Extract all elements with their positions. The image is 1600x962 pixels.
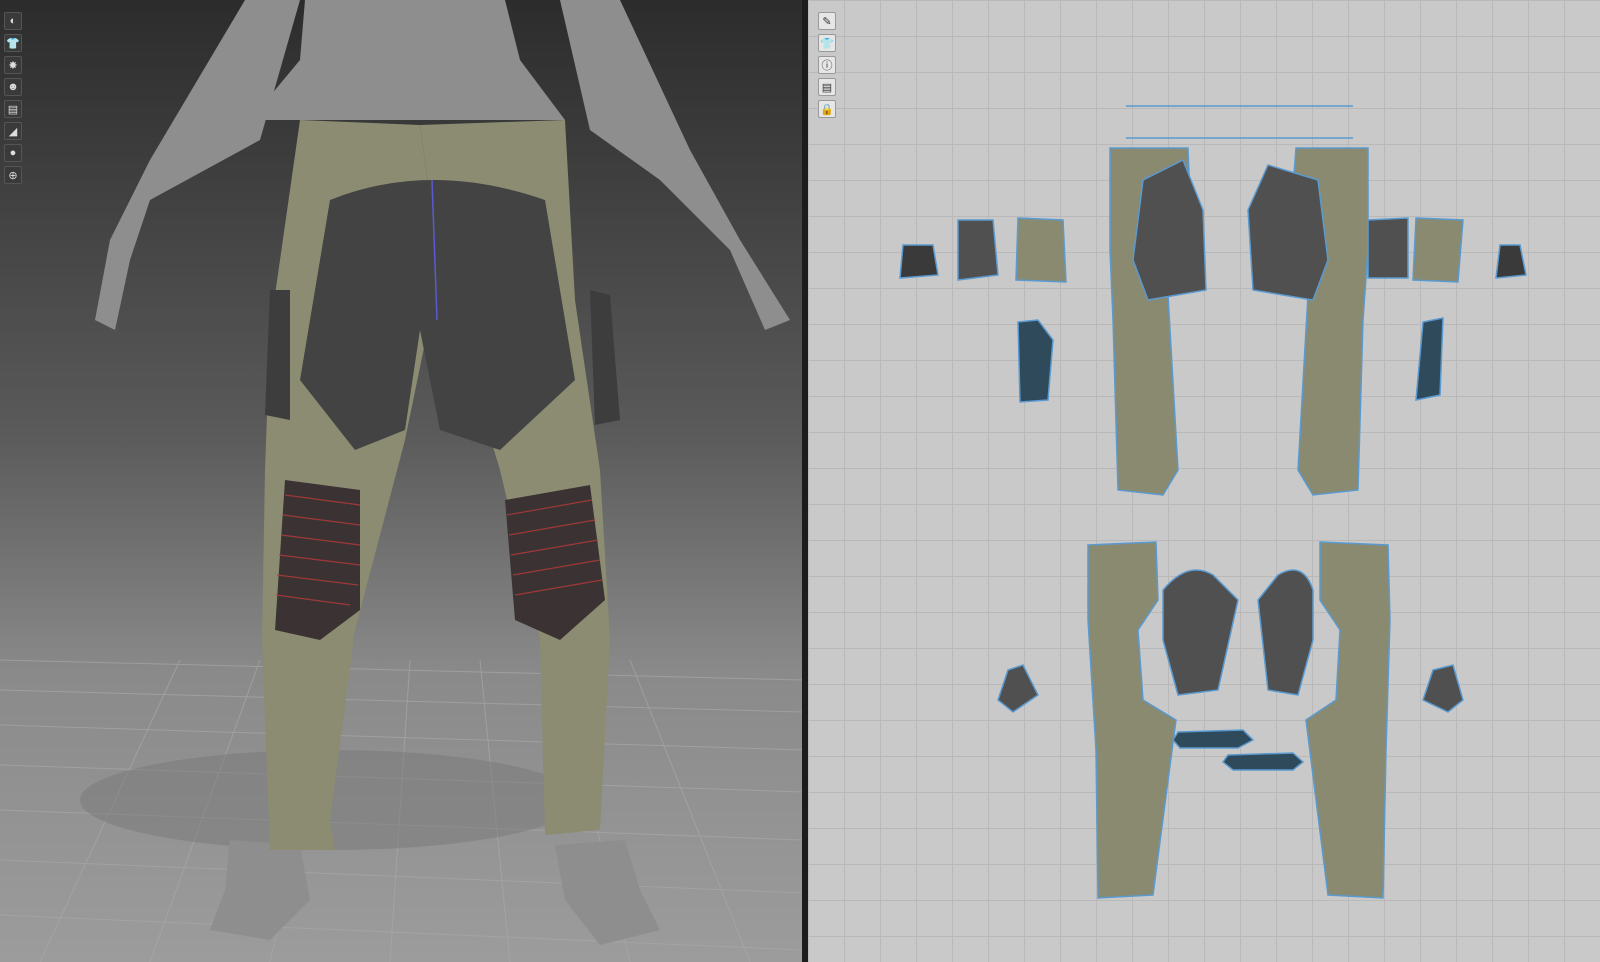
pattern-piece-strip-2[interactable] [1221, 752, 1305, 771]
pen-icon[interactable]: ✎ [818, 12, 836, 30]
pattern-piece-waist-right[interactable] [1422, 664, 1464, 713]
pattern-piece-small-3[interactable] [1017, 319, 1054, 403]
pattern-piece-crotch-left[interactable] [1132, 158, 1207, 301]
pattern-piece-waist-left[interactable] [997, 664, 1039, 713]
2d-toolbar: ✎ 👕 ⓘ ▤ 🔒 [818, 12, 836, 118]
pattern-piece-small-5[interactable] [1412, 217, 1464, 283]
garment-icon[interactable]: 👕 [818, 34, 836, 52]
lock-icon[interactable]: 🔒 [818, 100, 836, 118]
side-pocket-left [265, 290, 290, 420]
wireframe-globe-icon[interactable]: ⊕ [4, 166, 22, 184]
garment-display-icon[interactable]: 👕 [4, 34, 22, 52]
app-window: ◐ 👕 ✸ ☻ ▤ ◢ ● ⊕ ✎ 👕 ⓘ ▤ 🔒 [0, 0, 1600, 962]
2d-pattern-viewport[interactable]: ✎ 👕 ⓘ ▤ 🔒 [808, 0, 1600, 962]
pattern-piece-seat-left[interactable] [1162, 569, 1239, 696]
pants-3d [262, 120, 620, 850]
pattern-canvas [899, 105, 1527, 899]
pattern-piece-strip-1[interactable] [1172, 729, 1255, 749]
pattern-piece-small-1[interactable] [957, 219, 999, 281]
3d-scene [0, 0, 802, 962]
pattern-piece-small-4[interactable] [899, 244, 939, 279]
side-pocket-right [590, 290, 620, 425]
avatar-display-icon[interactable]: ◐ [4, 12, 22, 30]
layer-icon[interactable]: ▤ [818, 78, 836, 96]
pattern-piece-small-6[interactable] [1367, 217, 1409, 279]
3d-viewport[interactable]: ◐ 👕 ✸ ☻ ▤ ◢ ● ⊕ [0, 0, 802, 962]
avatar-icon[interactable]: ☻ [4, 78, 22, 96]
layer-icon[interactable]: ▤ [4, 100, 22, 118]
fabric-texture-icon[interactable]: ✸ [4, 56, 22, 74]
info-icon[interactable]: ⓘ [818, 56, 836, 74]
pattern-piece-seat-right[interactable] [1257, 569, 1314, 696]
pattern-piece-small-2[interactable] [1015, 217, 1067, 283]
pattern-pieces-top [899, 105, 1527, 496]
pattern-pieces-bottom [997, 541, 1464, 899]
pattern-piece-small-8[interactable] [1495, 244, 1527, 279]
3d-toolbar: ◐ 👕 ✸ ☻ ▤ ◢ ● ⊕ [4, 12, 22, 184]
pattern-piece-small-7[interactable] [1415, 317, 1444, 401]
pattern-piece-crotch-right[interactable] [1247, 164, 1329, 301]
skin-icon[interactable]: ● [4, 144, 22, 162]
pattern-piece-back-right[interactable] [1305, 541, 1391, 899]
transparency-icon[interactable]: ◢ [4, 122, 22, 140]
